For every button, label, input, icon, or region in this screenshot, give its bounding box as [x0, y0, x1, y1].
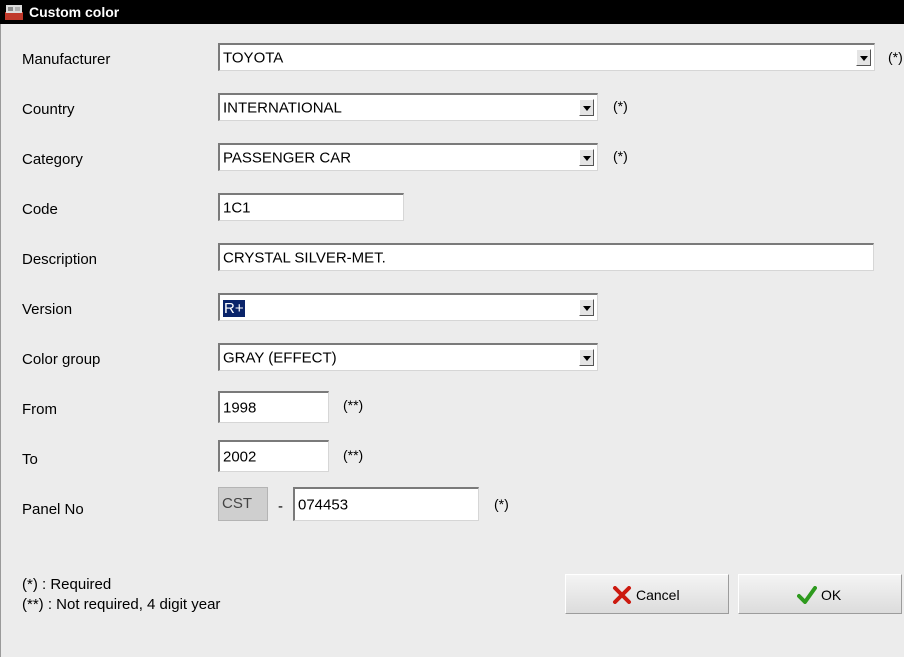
app-icon	[5, 5, 23, 20]
country-value: INTERNATIONAL	[223, 99, 342, 117]
version-select[interactable]: R+	[218, 293, 598, 321]
code-label: Code	[22, 201, 58, 218]
ok-button[interactable]: OK	[738, 574, 902, 614]
panel-no-separator: -	[278, 498, 283, 515]
cancel-button-label: Cancel	[636, 587, 680, 603]
code-value: 1C1	[223, 199, 251, 217]
color-group-label: Color group	[22, 351, 101, 368]
panel-no-prefix: CST	[218, 487, 268, 521]
to-year-value: 2002	[223, 448, 257, 466]
title-bar: Custom color	[0, 0, 904, 24]
country-select[interactable]: INTERNATIONAL	[218, 93, 598, 121]
category-value: PASSENGER CAR	[223, 149, 352, 167]
optional-note: (**) : Not required, 4 digit year	[22, 596, 221, 613]
panel-no-label: Panel No	[22, 501, 84, 518]
version-dropdown-button[interactable]	[579, 299, 594, 316]
to-label: To	[22, 451, 38, 468]
manufacturer-value: TOYOTA	[223, 49, 284, 67]
manufacturer-label: Manufacturer	[22, 51, 111, 68]
red-x-icon	[613, 586, 631, 604]
to-optional-mark: (**)	[343, 447, 364, 463]
country-label: Country	[22, 101, 75, 118]
country-required-mark: (*)	[613, 98, 628, 114]
category-select[interactable]: PASSENGER CAR	[218, 143, 598, 171]
manufacturer-select[interactable]: TOYOTA	[218, 43, 875, 71]
chevron-down-icon	[583, 156, 591, 161]
required-note: (*) : Required	[22, 576, 112, 593]
from-label: From	[22, 401, 57, 418]
panel-no-required-mark: (*)	[494, 496, 509, 512]
category-label: Category	[22, 151, 83, 168]
chevron-down-icon	[860, 56, 868, 61]
country-dropdown-button[interactable]	[579, 99, 594, 116]
description-value: CRYSTAL SILVER-MET.	[223, 249, 386, 267]
color-group-dropdown-button[interactable]	[579, 349, 594, 366]
color-group-select[interactable]: GRAY (EFFECT)	[218, 343, 598, 371]
manufacturer-dropdown-button[interactable]	[856, 49, 871, 66]
manufacturer-required-mark: (*)	[888, 49, 903, 65]
window-border	[0, 24, 1, 657]
category-required-mark: (*)	[613, 148, 628, 164]
from-year-input[interactable]: 1998	[218, 391, 329, 423]
chevron-down-icon	[583, 106, 591, 111]
code-input[interactable]: 1C1	[218, 193, 404, 221]
color-group-value: GRAY (EFFECT)	[223, 349, 337, 367]
version-label: Version	[22, 301, 73, 318]
version-value: R+	[223, 299, 245, 317]
from-year-value: 1998	[223, 399, 257, 417]
cancel-button[interactable]: Cancel	[565, 574, 729, 614]
panel-no-value: 074453	[298, 496, 349, 514]
chevron-down-icon	[583, 356, 591, 361]
green-check-icon	[797, 586, 817, 604]
from-optional-mark: (**)	[343, 397, 364, 413]
to-year-input[interactable]: 2002	[218, 440, 329, 472]
ok-button-label: OK	[821, 587, 842, 603]
chevron-down-icon	[583, 306, 591, 311]
category-dropdown-button[interactable]	[579, 149, 594, 166]
description-label: Description	[22, 251, 98, 268]
panel-no-input[interactable]: 074453	[293, 487, 479, 521]
description-input[interactable]: CRYSTAL SILVER-MET.	[218, 243, 874, 271]
window-title: Custom color	[29, 4, 120, 20]
